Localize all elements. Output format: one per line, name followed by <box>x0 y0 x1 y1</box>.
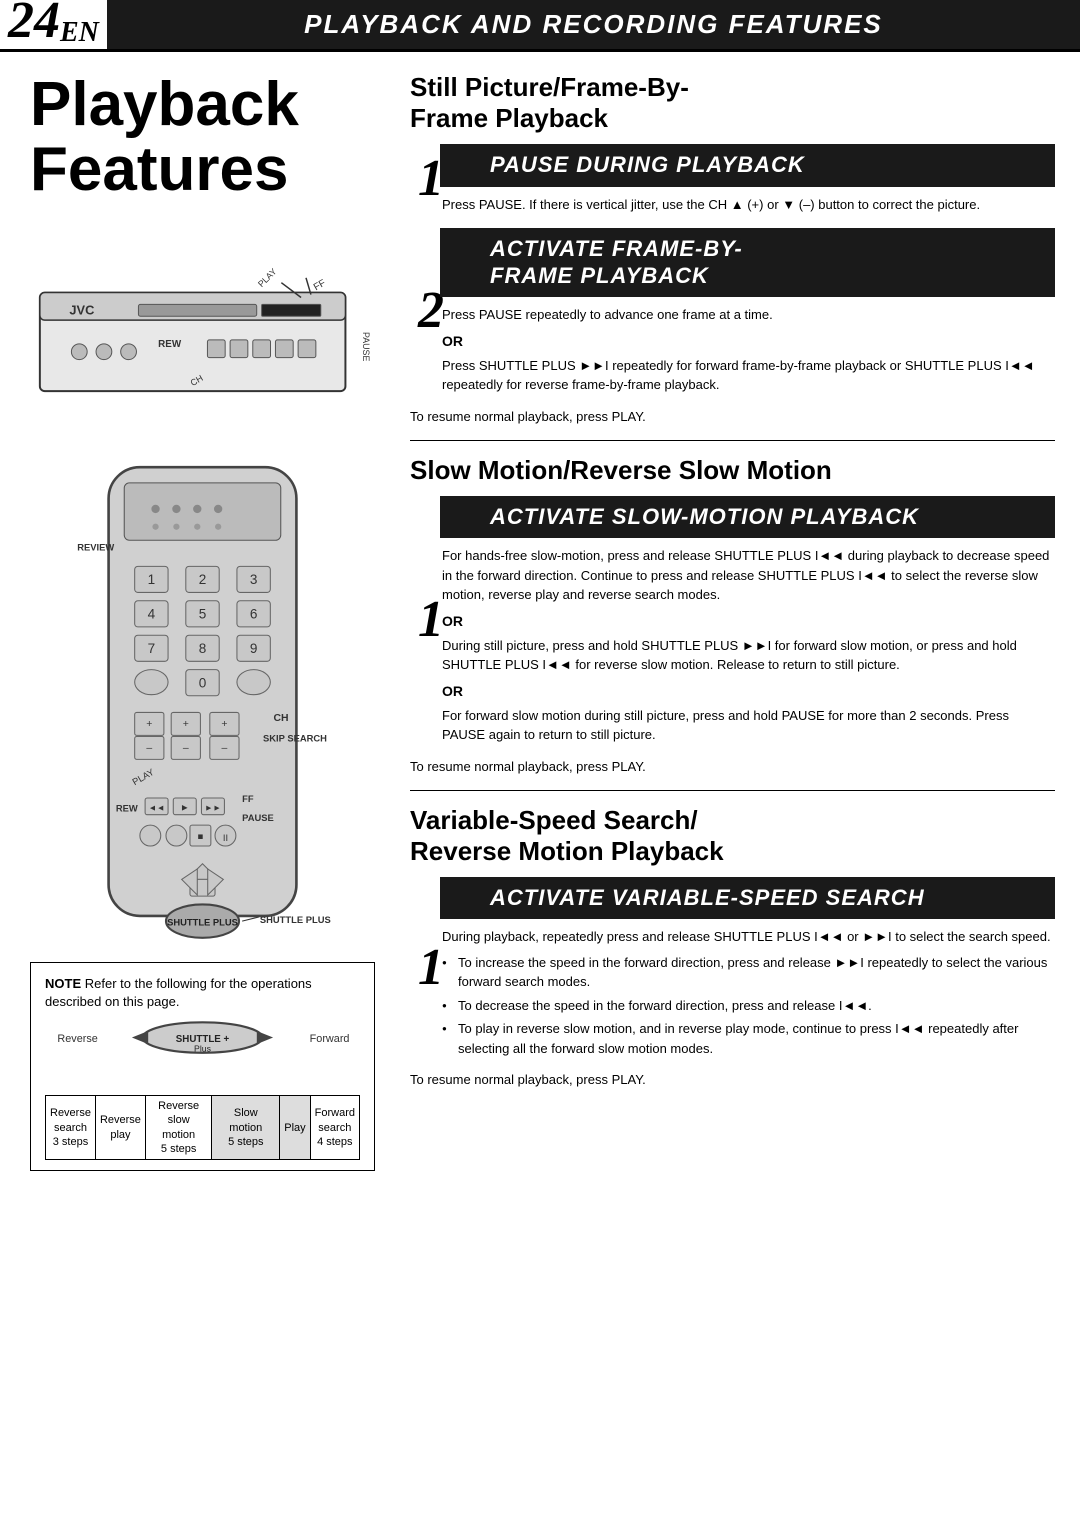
section1-resume: To resume normal playback, press PLAY. <box>410 409 1055 424</box>
svg-text:II: II <box>223 832 228 843</box>
section2-resume: To resume normal playback, press PLAY. <box>410 759 1055 774</box>
shuttle-diagram: SHUTTLE + Plus Reverse Forward Reversese… <box>45 1012 360 1161</box>
svg-text:2: 2 <box>199 572 207 587</box>
svg-text:SHUTTLE PLUS: SHUTTLE PLUS <box>260 914 331 925</box>
svg-text:0: 0 <box>199 676 207 691</box>
svg-text:–: – <box>222 743 228 754</box>
page-heading: Playback Features <box>30 72 375 202</box>
step1-box: PAUSE DURING PLAYBACK <box>440 144 1055 186</box>
section1-heading: Still Picture/Frame-By- Frame Playback <box>410 72 1055 134</box>
svg-text:►►: ►► <box>205 803 222 813</box>
bullet-2: To decrease the speed in the forward dir… <box>442 996 1055 1016</box>
note-box: NOTE Refer to the following for the oper… <box>30 962 375 1171</box>
svg-text:8: 8 <box>199 641 207 656</box>
step2-text-main: Press PAUSE repeatedly to advance one fr… <box>442 305 1055 325</box>
svg-text:PAUSE: PAUSE <box>361 332 371 361</box>
svg-text:REW: REW <box>158 339 182 350</box>
note-text: NOTE Refer to the following for the oper… <box>45 975 360 1011</box>
step1-content: Press PAUSE. If there is vertical jitter… <box>440 187 1055 215</box>
svg-text:6: 6 <box>250 607 258 622</box>
page-header: 24EN PLAYBACK AND RECORDING FEATURES <box>0 0 1080 52</box>
svg-text:+: + <box>146 719 152 730</box>
section2-heading: Slow Motion/Reverse Slow Motion <box>410 455 1055 486</box>
varsearch-step1-box: ACTIVATE VARIABLE-SPEED SEARCH <box>440 877 1055 919</box>
svg-text:SHUTTLE PLUS: SHUTTLE PLUS <box>167 916 238 927</box>
svg-text:5: 5 <box>199 607 207 622</box>
step1-text: Press PAUSE. If there is vertical jitter… <box>442 195 1055 215</box>
bullet-3: To play in reverse slow motion, and in r… <box>442 1019 1055 1058</box>
varsearch-bullets: To increase the speed in the forward dir… <box>442 953 1055 1059</box>
svg-text:REW: REW <box>116 803 138 814</box>
svg-text:CH: CH <box>273 713 288 724</box>
slowmo-or2: OR <box>442 681 1055 702</box>
shuttle-mode-table: Reversesearch3 steps Reverseplay Reverse… <box>45 1095 360 1160</box>
svg-text:FF: FF <box>312 278 328 294</box>
svg-text:+: + <box>183 719 189 730</box>
divider2 <box>410 790 1055 791</box>
section3-resume: To resume normal playback, press PLAY. <box>410 1072 1055 1087</box>
varsearch-step1-wrapper: 1 ACTIVATE VARIABLE-SPEED SEARCH During … <box>440 877 1055 1058</box>
slowmo-step1-title: ACTIVATE SLOW-MOTION PLAYBACK <box>490 504 1041 530</box>
slowmo-text-or2: For forward slow motion during still pic… <box>442 706 1055 745</box>
step2-or: OR <box>442 331 1055 352</box>
remote-illustration: 1 2 3 4 5 6 7 8 9 <box>30 462 375 942</box>
svg-text:–: – <box>183 743 189 754</box>
svg-text:Reverse: Reverse <box>57 1032 97 1044</box>
step1-title: PAUSE DURING PLAYBACK <box>490 152 1041 178</box>
bullet-1: To increase the speed in the forward dir… <box>442 953 1055 992</box>
header-title-bar: PLAYBACK AND RECORDING FEATURES <box>107 0 1080 49</box>
left-column: Playback Features JVC REW <box>0 52 390 1206</box>
step2-wrapper: 2 ACTIVATE FRAME-BY- FRAME PLAYBACK Pres… <box>440 228 1055 394</box>
svg-text:JVC: JVC <box>69 302 94 317</box>
vcr-illustration: JVC REW FF PLAY <box>30 222 375 442</box>
main-content: Playback Features JVC REW <box>0 52 1080 1206</box>
svg-text:PLAY: PLAY <box>256 267 279 290</box>
svg-text:Plus: Plus <box>194 1043 212 1053</box>
varsearch-step1-title: ACTIVATE VARIABLE-SPEED SEARCH <box>490 885 1041 911</box>
svg-text:FF: FF <box>242 793 254 804</box>
header-title: PLAYBACK AND RECORDING FEATURES <box>304 9 883 40</box>
step2-content: Press PAUSE repeatedly to advance one fr… <box>440 297 1055 395</box>
slowmo-step1-wrapper: 1 ACTIVATE SLOW-MOTION PLAYBACK For hand… <box>440 496 1055 745</box>
step2-title: ACTIVATE FRAME-BY- FRAME PLAYBACK <box>490 236 1041 289</box>
svg-text:SKIP SEARCH: SKIP SEARCH <box>263 733 327 744</box>
svg-text:1: 1 <box>148 572 156 587</box>
svg-text:Forward: Forward <box>310 1032 350 1044</box>
svg-text:9: 9 <box>250 641 258 656</box>
varsearch-text-main: During playback, repeatedly press and re… <box>442 927 1055 947</box>
svg-text:+: + <box>221 719 227 730</box>
step1-wrapper: 1 PAUSE DURING PLAYBACK Press PAUSE. If … <box>440 144 1055 214</box>
svg-text:■: ■ <box>198 831 204 842</box>
svg-text:4: 4 <box>148 607 156 622</box>
varsearch-step1-content: During playback, repeatedly press and re… <box>440 919 1055 1058</box>
step2-text-alt: Press SHUTTLE PLUS ►►I repeatedly for fo… <box>442 356 1055 395</box>
slowmo-text-main: For hands-free slow-motion, press and re… <box>442 546 1055 605</box>
slowmo-step1-content: For hands-free slow-motion, press and re… <box>440 538 1055 745</box>
svg-text:3: 3 <box>250 572 258 587</box>
slowmo-or1: OR <box>442 611 1055 632</box>
divider1 <box>410 440 1055 441</box>
section3-heading: Variable-Speed Search/ Reverse Motion Pl… <box>410 805 1055 867</box>
svg-text:◄◄: ◄◄ <box>148 803 165 813</box>
svg-text:–: – <box>146 743 152 754</box>
svg-text:REVIEW: REVIEW <box>77 542 114 553</box>
right-column: Still Picture/Frame-By- Frame Playback 1… <box>390 52 1080 1206</box>
svg-text:PAUSE: PAUSE <box>242 812 274 823</box>
slowmo-text-or1: During still picture, press and hold SHU… <box>442 636 1055 675</box>
page-number: 24EN <box>0 0 107 49</box>
step2-box: ACTIVATE FRAME-BY- FRAME PLAYBACK <box>440 228 1055 297</box>
svg-text:7: 7 <box>148 641 156 656</box>
svg-text:►: ► <box>180 802 189 813</box>
slowmo-step1-box: ACTIVATE SLOW-MOTION PLAYBACK <box>440 496 1055 538</box>
